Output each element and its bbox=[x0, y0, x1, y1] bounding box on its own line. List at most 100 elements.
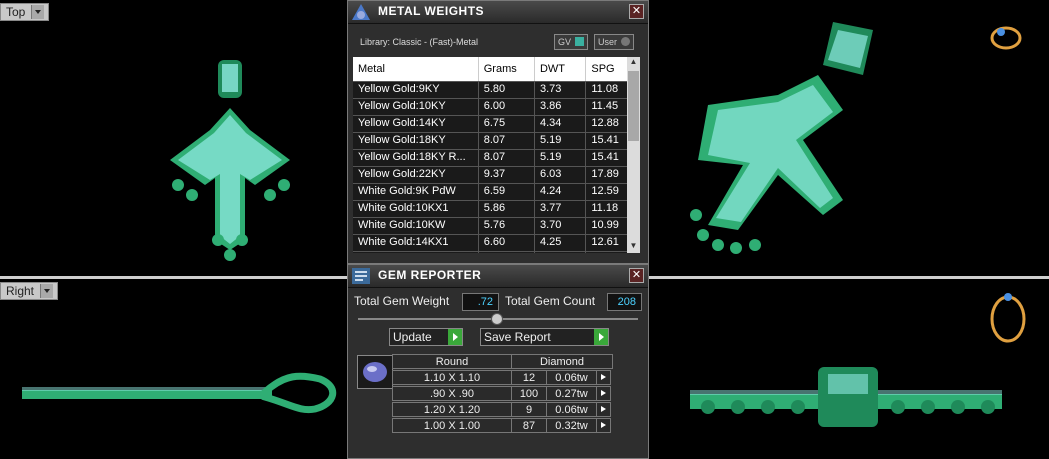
scroll-thumb[interactable] bbox=[628, 71, 639, 141]
gem-cell: 12 bbox=[511, 370, 547, 385]
viewport-right[interactable]: Right bbox=[0, 279, 346, 457]
table-cell: 5.86 bbox=[479, 201, 535, 217]
table-cell: Yellow Gold:22KY bbox=[353, 167, 479, 183]
table-header: Metal Grams DWT SPG bbox=[353, 57, 631, 81]
gem-cell: 1.10 X 1.10 bbox=[392, 370, 512, 385]
gem-row: .90 X .90 100 0.27tw bbox=[392, 386, 611, 401]
select-gems-button[interactable] bbox=[596, 370, 611, 385]
table-cell: 6.03 bbox=[535, 167, 587, 183]
table-cell: 14.37 bbox=[586, 252, 631, 253]
table-cell: 11.45 bbox=[586, 99, 631, 115]
table-cell: White Gold:10KX1 bbox=[353, 201, 479, 217]
table-cell: 6.60 bbox=[479, 235, 535, 251]
table-row[interactable]: Yellow Gold:9KY 5.80 3.73 11.08 bbox=[353, 81, 631, 98]
table-cell: 12.59 bbox=[586, 184, 631, 200]
table-cell: 5.19 bbox=[535, 150, 587, 166]
table-cell: 5.80 bbox=[479, 82, 535, 98]
close-icon[interactable]: ✕ bbox=[629, 268, 644, 283]
gem-cell: 0.06tw bbox=[546, 370, 597, 385]
table-cell: 10.99 bbox=[586, 218, 631, 234]
table-cell: 17.89 bbox=[586, 167, 631, 183]
table-cell: 12.61 bbox=[586, 235, 631, 251]
viewport-perspective[interactable] bbox=[648, 0, 1049, 276]
table-cell: 3.70 bbox=[535, 218, 587, 234]
table-cell: White Gold:14KX1 bbox=[353, 235, 479, 251]
save-report-button[interactable]: Save Report bbox=[480, 328, 609, 346]
column-header-dwt[interactable]: DWT bbox=[535, 57, 587, 81]
table-cell: 8.07 bbox=[479, 133, 535, 149]
gem-reporter-slider[interactable] bbox=[358, 313, 638, 325]
gv-toggle[interactable]: GV bbox=[554, 34, 589, 50]
table-cell: Yellow Gold:18KY bbox=[353, 133, 479, 149]
header-round: Round bbox=[392, 354, 512, 369]
column-header-spg[interactable]: SPG bbox=[586, 57, 631, 81]
column-header-metal[interactable]: Metal bbox=[353, 57, 479, 81]
table-row[interactable]: Yellow Gold:22KY 9.37 6.03 17.89 bbox=[353, 166, 631, 183]
gem-row: 1.00 X 1.00 87 0.32tw bbox=[392, 418, 611, 433]
select-gems-button[interactable] bbox=[596, 386, 611, 401]
table-cell: 3.86 bbox=[535, 99, 587, 115]
ring-orientation-icon bbox=[990, 26, 1022, 50]
table-cell: White Gold:14K PdW bbox=[353, 252, 479, 253]
table-row[interactable]: Yellow Gold:14KY 6.75 4.34 12.88 bbox=[353, 115, 631, 132]
viewport-top[interactable]: Top bbox=[0, 0, 346, 276]
table-cell: 9.37 bbox=[479, 167, 535, 183]
select-gems-button[interactable] bbox=[596, 402, 611, 417]
table-row[interactable]: White Gold:9K PdW 6.59 4.24 12.59 bbox=[353, 183, 631, 200]
table-cell: 4.84 bbox=[535, 252, 587, 253]
table-row[interactable]: Yellow Gold:18KY R... 8.07 5.19 15.41 bbox=[353, 149, 631, 166]
scroll-down-icon[interactable]: ▼ bbox=[627, 241, 640, 253]
table-row[interactable]: White Gold:14K PdW7.534.8414.37 bbox=[353, 251, 631, 253]
total-gem-count-label: Total Gem Count bbox=[505, 294, 596, 308]
metal-weights-icon bbox=[352, 4, 370, 20]
table-cell: 4.34 bbox=[535, 116, 587, 132]
gem-cell: 1.20 X 1.20 bbox=[392, 402, 512, 417]
metal-weights-scrollbar[interactable]: ▲ ▼ bbox=[627, 57, 640, 253]
library-label: Library: Classic - (Fast)-Metal bbox=[360, 37, 479, 47]
table-row[interactable]: White Gold:10KW 5.76 3.70 10.99 bbox=[353, 217, 631, 234]
gem-cell: 100 bbox=[511, 386, 547, 401]
select-gems-button[interactable] bbox=[596, 418, 611, 433]
gem-cell: 1.00 X 1.00 bbox=[392, 418, 512, 433]
table-cell: Yellow Gold:9KY bbox=[353, 82, 479, 98]
slider-knob[interactable] bbox=[491, 313, 503, 325]
table-cell: 5.76 bbox=[479, 218, 535, 234]
table-cell: 15.41 bbox=[586, 133, 631, 149]
table-cell: White Gold:10KW bbox=[353, 218, 479, 234]
table-cell: Yellow Gold:18KY R... bbox=[353, 150, 479, 166]
gem-reporter-title: GEM REPORTER bbox=[378, 268, 482, 282]
table-row[interactable]: Yellow Gold:10KY 6.00 3.86 11.45 bbox=[353, 98, 631, 115]
gem-row: 1.20 X 1.20 9 0.06tw bbox=[392, 402, 611, 417]
scroll-up-icon[interactable]: ▲ bbox=[627, 57, 640, 69]
table-cell: 3.77 bbox=[535, 201, 587, 217]
gem-cell: 87 bbox=[511, 418, 547, 433]
pendant-perspective-view bbox=[690, 22, 1022, 254]
metal-weights-titlebar[interactable]: METAL WEIGHTS ✕ bbox=[348, 1, 648, 24]
gem-reporter-titlebar[interactable]: GEM REPORTER ✕ bbox=[348, 265, 648, 288]
table-cell: 8.07 bbox=[479, 150, 535, 166]
gem-row: 1.10 X 1.10 12 0.06tw bbox=[392, 370, 611, 385]
toggle-off-icon bbox=[621, 37, 631, 46]
viewport-front[interactable] bbox=[648, 279, 1049, 457]
user-toggle[interactable]: User bbox=[594, 34, 635, 50]
gem-cell: .90 X .90 bbox=[392, 386, 512, 401]
pendant-front-view bbox=[690, 293, 1026, 427]
round-gem-icon bbox=[363, 362, 387, 382]
metal-weights-title: METAL WEIGHTS bbox=[378, 4, 485, 18]
table-row[interactable]: White Gold:10KX1 5.86 3.77 11.18 bbox=[353, 200, 631, 217]
column-header-grams[interactable]: Grams bbox=[479, 57, 535, 81]
table-row[interactable]: Yellow Gold:18KY 8.07 5.19 15.41 bbox=[353, 132, 631, 149]
table-body: Yellow Gold:9KY 5.80 3.73 11.08 Yellow Gold:… bbox=[353, 81, 631, 253]
table-row[interactable]: White Gold:14KX1 6.60 4.25 12.61 bbox=[353, 234, 631, 251]
table-cell: Yellow Gold:10KY bbox=[353, 99, 479, 115]
close-icon[interactable]: ✕ bbox=[629, 4, 644, 19]
table-cell: 12.88 bbox=[586, 116, 631, 132]
table-cell: 4.25 bbox=[535, 235, 587, 251]
play-icon bbox=[594, 329, 608, 345]
gem-table-header: Round Diamond bbox=[392, 354, 613, 369]
metal-weights-panel: METAL WEIGHTS ✕ Library: Classic - (Fast… bbox=[347, 0, 649, 264]
header-diamond: Diamond bbox=[511, 354, 613, 369]
update-button[interactable]: Update bbox=[389, 328, 463, 346]
table-cell: 11.18 bbox=[586, 201, 631, 217]
metal-weights-table: Metal Grams DWT SPG Yellow Gold:9KY 5.80 3… bbox=[353, 57, 631, 253]
